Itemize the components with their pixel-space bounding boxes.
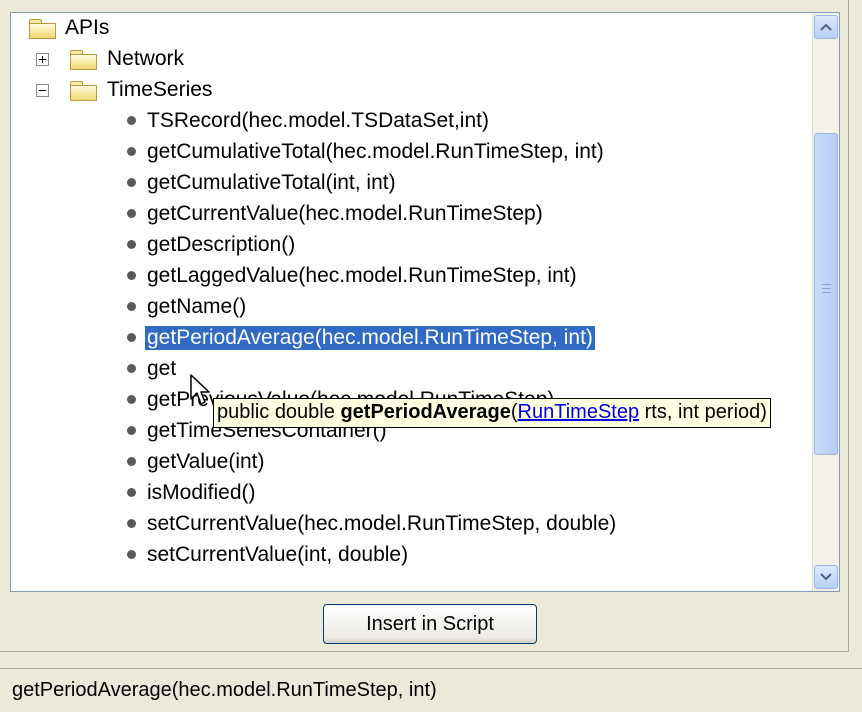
method-label: getCumulativeTotal(int, int) [147, 171, 396, 194]
chevron-up-icon [820, 23, 832, 31]
method-item[interactable]: getLaggedValue(hec.model.RunTimeStep, in… [11, 261, 811, 292]
method-label: getPeriodAverage(hec.model.RunTimeStep, … [145, 326, 595, 350]
open-folder-icon [70, 81, 97, 101]
bullet-icon [127, 457, 136, 466]
insert-in-script-button[interactable]: Insert in Script [323, 604, 537, 644]
method-label: setCurrentValue(int, double) [147, 543, 409, 566]
api-browser-panel: APIs Network TimeSeries TSRecord(hec.mod… [0, 0, 849, 652]
method-label: getName() [147, 295, 247, 318]
bullet-icon [127, 178, 136, 187]
chevron-down-icon [820, 573, 832, 581]
tooltip-method-name: getPeriodAverage [340, 401, 511, 423]
collapse-icon[interactable] [36, 84, 49, 97]
bullet-icon [127, 550, 136, 559]
api-tree-frame: APIs Network TimeSeries TSRecord(hec.mod… [10, 12, 840, 592]
tooltip-prefix: public double [217, 401, 341, 423]
method-item[interactable]: getDescription() [11, 230, 811, 261]
method-label: get [147, 357, 177, 380]
method-item[interactable]: getName() [11, 292, 811, 323]
bullet-icon [127, 240, 136, 249]
bullet-icon [127, 302, 136, 311]
tree-root-apis[interactable]: APIs [11, 13, 811, 44]
method-label: TSRecord(hec.model.TSDataSet,int) [147, 109, 489, 132]
api-tree[interactable]: APIs Network TimeSeries TSRecord(hec.mod… [11, 13, 811, 591]
method-item[interactable]: getValue(int) [11, 447, 811, 478]
mouse-pointer-icon [190, 374, 210, 405]
expand-icon[interactable] [36, 53, 49, 66]
vertical-scrollbar[interactable] [812, 13, 839, 591]
tooltip-type-link[interactable]: RunTimeStep [518, 401, 640, 423]
tooltip-params: rts, int period) [639, 401, 767, 423]
scroll-up-button[interactable] [814, 15, 838, 39]
bullet-icon [127, 488, 136, 497]
method-label: getValue(int) [147, 450, 265, 473]
method-item[interactable]: getCumulativeTotal(hec.model.RunTimeStep… [11, 137, 811, 168]
bullet-icon [127, 426, 136, 435]
scrollbar-thumb[interactable] [814, 133, 838, 455]
method-label: getCurrentValue(hec.model.RunTimeStep) [147, 202, 543, 225]
method-label: setCurrentValue(hec.model.RunTimeStep, d… [147, 512, 617, 535]
method-item[interactable]: isModified() [11, 478, 811, 509]
tree-node-timeseries[interactable]: TimeSeries [11, 75, 811, 106]
method-item[interactable]: setCurrentValue(int, double) [11, 540, 811, 571]
tree-node-label: Network [107, 47, 185, 70]
method-item-selected[interactable]: getPeriodAverage(hec.model.RunTimeStep, … [11, 323, 811, 354]
method-label: getDescription() [147, 233, 296, 256]
bullet-icon [127, 519, 136, 528]
method-item[interactable]: TSRecord(hec.model.TSDataSet,int) [11, 106, 811, 137]
status-text: getPeriodAverage(hec.model.RunTimeStep, … [12, 679, 437, 701]
bullet-icon [127, 116, 136, 125]
tree-root-label: APIs [65, 16, 110, 39]
tree-node-label: TimeSeries [107, 78, 213, 101]
method-label: getLaggedValue(hec.model.RunTimeStep, in… [147, 264, 577, 287]
bullet-icon [127, 364, 136, 373]
method-label: isModified() [147, 481, 256, 504]
method-signature-tooltip: public double getPeriodAverage(RunTimeSt… [213, 398, 771, 428]
scroll-down-button[interactable] [814, 565, 838, 589]
bullet-icon [127, 395, 136, 404]
bullet-icon [127, 209, 136, 218]
method-item[interactable]: getCurrentValue(hec.model.RunTimeStep) [11, 199, 811, 230]
bullet-icon [127, 271, 136, 280]
method-label: getCumulativeTotal(hec.model.RunTimeStep… [147, 140, 604, 163]
bullet-icon [127, 333, 136, 342]
method-item[interactable]: getCumulativeTotal(int, int) [11, 168, 811, 199]
method-item[interactable]: setCurrentValue(hec.model.RunTimeStep, d… [11, 509, 811, 540]
method-item[interactable]: get [11, 354, 811, 385]
folder-icon [70, 50, 97, 70]
tree-node-network[interactable]: Network [11, 44, 811, 75]
tooltip-open-paren: ( [510, 401, 518, 423]
folder-icon [29, 19, 56, 39]
bullet-icon [127, 147, 136, 156]
status-bar: getPeriodAverage(hec.model.RunTimeStep, … [0, 668, 862, 712]
